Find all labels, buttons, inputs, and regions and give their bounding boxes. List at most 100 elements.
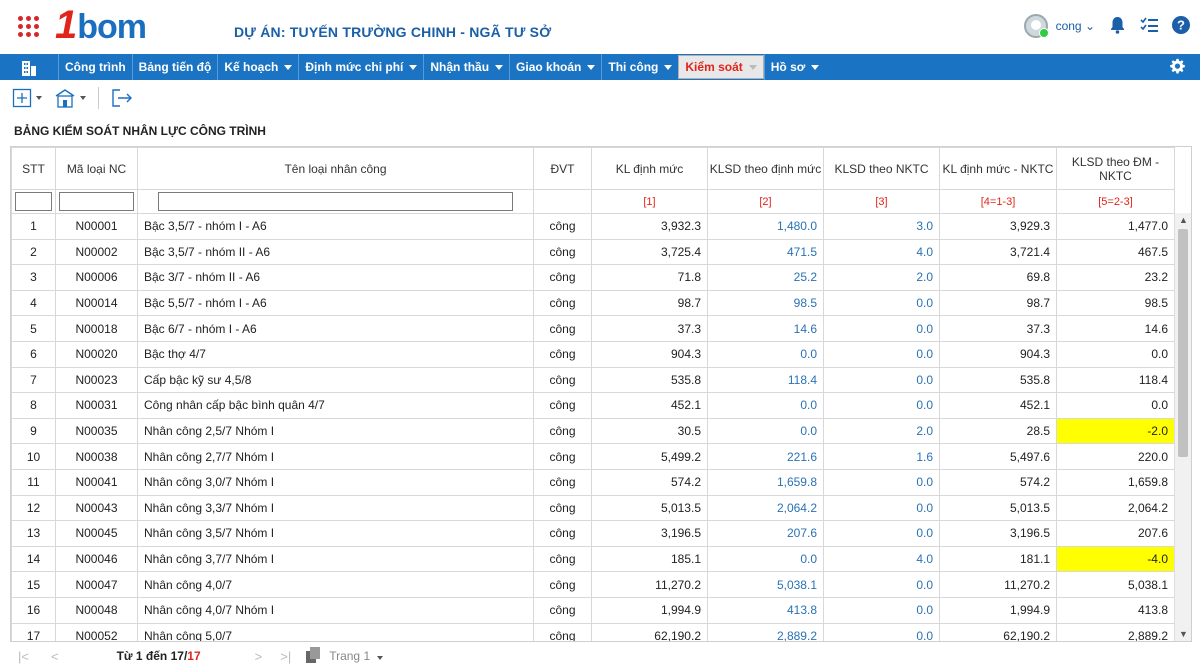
row-klsd-dm: 0.0: [707, 340, 824, 368]
table-row[interactable]: 6 N00020 Bậc thợ 4/7 công 904.3 0.0 0.0 904.3 0.…: [11, 340, 1175, 368]
nav-giao-khoan[interactable]: Giao khoán: [509, 54, 601, 80]
row-name: Nhân công 2,7/7 Nhóm I: [137, 443, 534, 470]
page-select-label: Trang 1: [329, 649, 371, 663]
col-header-stt[interactable]: STT: [11, 147, 56, 190]
col-header-code[interactable]: Mã loại NC: [55, 147, 138, 190]
nav-label: Công trình: [65, 60, 126, 74]
row-kl-dm: 3,725.4: [591, 238, 708, 266]
table-row[interactable]: 7 N00023 Cấp bậc kỹ sư 4,5/8 công 535.8 118.4…: [11, 366, 1175, 394]
col-header-klsd-dm[interactable]: KLSD theo định mức: [707, 147, 824, 190]
row-diff1: 69.8: [939, 264, 1057, 291]
nav-cong-trinh[interactable]: Công trình: [58, 54, 132, 80]
filter-stt-input[interactable]: [15, 192, 52, 211]
filter-cell: [55, 189, 138, 214]
nav-bang-tien-do[interactable]: Bảng tiến độ: [131, 54, 218, 80]
row-kl-dm: 3,932.3: [591, 213, 708, 240]
next-page-icon[interactable]: >: [255, 649, 263, 664]
table-row[interactable]: 2 N00002 Bậc 3,5/7 - nhóm II - A6 công 3,725…: [11, 238, 1175, 266]
scroll-thumb[interactable]: [1178, 229, 1188, 457]
house-menu-button[interactable]: [54, 88, 86, 108]
row-klsd-dm: 207.6: [707, 520, 824, 547]
avatar[interactable]: [1023, 14, 1049, 38]
row-klsd-dm: 14.6: [707, 315, 824, 342]
col-header-diff2[interactable]: KLSD theo ĐM - NKTC: [1056, 147, 1175, 190]
row-klsd-dm: 2,064.2: [707, 494, 824, 522]
table-row[interactable]: 11 N00041 Nhân công 3,0/7 Nhóm Icông 574.2 1…: [11, 468, 1175, 496]
col-header-name[interactable]: Tên loại nhân công: [137, 147, 534, 190]
table-row[interactable]: 16 N00048 Nhân công 4,0/7 Nhóm Icông 1,994.…: [11, 596, 1175, 624]
nav-kiem-soat[interactable]: Kiểm soát: [678, 55, 764, 79]
prev-page-icon[interactable]: <: [51, 649, 59, 664]
nav-ke-hoach[interactable]: Kế hoạch: [217, 54, 298, 80]
row-stt: 11: [11, 468, 56, 496]
help-icon[interactable]: ?: [1172, 15, 1190, 37]
header-row: STT Mã loại NC Tên loại nhân công ĐVT KL…: [11, 147, 1175, 190]
row-diff2: 220.0: [1056, 443, 1175, 470]
row-code: N00023: [55, 366, 138, 394]
row-diff1: 37.3: [939, 315, 1057, 342]
table-row[interactable]: 13 N00045 Nhân công 3,5/7 Nhóm Icông 3,196.…: [11, 520, 1175, 547]
table-row[interactable]: 14 N00046 Nhân công 3,7/7 Nhóm Icông 185.1 0…: [11, 545, 1175, 573]
row-klsd-nktc: 4.0: [823, 545, 940, 573]
vertical-scrollbar[interactable]: ▲ ▼: [1174, 213, 1191, 641]
row-code: N00006: [55, 264, 138, 291]
table-row[interactable]: 3 N00006 Bậc 3/7 - nhóm II - A6 công 71.8 25.…: [11, 264, 1175, 291]
row-stt: 6: [11, 340, 56, 368]
row-code: N00043: [55, 494, 138, 522]
table-row[interactable]: 10 N00038 Nhân công 2,7/7 Nhóm Icông 5,499.…: [11, 443, 1175, 470]
row-code: N00041: [55, 468, 138, 496]
row-unit: công: [533, 443, 592, 470]
table-row[interactable]: 12 N00043 Nhân công 3,3/7 Nhóm Icông 5,013.…: [11, 494, 1175, 522]
checklist-icon[interactable]: [1140, 17, 1158, 36]
table-row[interactable]: 9 N00035 Nhân công 2,5/7 Nhóm Icông 30.5 0.0…: [11, 417, 1175, 445]
row-diff2: 14.6: [1056, 315, 1175, 342]
row-stt: 2: [11, 238, 56, 266]
gear-icon[interactable]: [1169, 58, 1186, 80]
col-header-diff1[interactable]: KL định mức - NKTC: [939, 147, 1057, 190]
table-row[interactable]: 4 N00014 Bậc 5,5/7 - nhóm I - A6 công 98.7 98…: [11, 289, 1175, 317]
add-button[interactable]: [12, 88, 42, 108]
col-header-klsd-nktc[interactable]: KLSD theo NKTC: [823, 147, 940, 190]
username-dropdown[interactable]: cong ⌄: [1056, 19, 1095, 33]
table-row[interactable]: 17 N00052 Nhân công 5,0/7 công 62,190.2 2,889…: [11, 622, 1175, 641]
apps-grid-icon[interactable]: [18, 16, 40, 38]
col-header-unit[interactable]: ĐVT: [533, 147, 592, 190]
first-page-icon[interactable]: |<: [18, 649, 29, 664]
filter-name-input[interactable]: [158, 192, 513, 211]
row-name: Nhân công 4,0/7: [137, 571, 534, 598]
row-unit: công: [533, 622, 592, 641]
table-row[interactable]: 15 N00047 Nhân công 4,0/7 công 11,270.2 5,038…: [11, 571, 1175, 598]
nav-nhan-thau[interactable]: Nhận thầu: [423, 54, 509, 80]
data-table: STT Mã loại NC Tên loại nhân công ĐVT KL…: [11, 147, 1175, 641]
row-code: N00014: [55, 289, 138, 317]
table-row[interactable]: 5 N00018 Bậc 6/7 - nhóm I - A6 công 37.3 14.6…: [11, 315, 1175, 342]
scroll-down-icon[interactable]: ▼: [1175, 627, 1191, 641]
bell-icon[interactable]: [1109, 16, 1126, 37]
logo-mark: 1: [55, 3, 78, 47]
row-stt: 12: [11, 494, 56, 522]
brand-logo[interactable]: 1 bom: [55, 3, 147, 47]
last-page-icon[interactable]: >|: [280, 649, 291, 664]
nav-thi-cong[interactable]: Thi công: [601, 54, 678, 80]
row-name: Nhân công 3,3/7 Nhóm I: [137, 494, 534, 522]
filter-cell: [11, 189, 56, 214]
table-row[interactable]: 1 N00001 Bậc 3,5/7 - nhóm I - A6 công 3,932.…: [11, 213, 1175, 240]
building-icon[interactable]: [0, 54, 58, 80]
col-header-kl-dm[interactable]: KL định mức: [591, 147, 708, 190]
row-diff2: 0.0: [1056, 340, 1175, 368]
scroll-up-icon[interactable]: ▲: [1175, 213, 1191, 227]
export-button[interactable]: [111, 88, 133, 108]
nav-ho-so[interactable]: Hồ sơ: [763, 54, 826, 80]
row-kl-dm: 30.5: [591, 417, 708, 445]
nav-dinh-muc-chi-phi[interactable]: Định mức chi phí: [298, 54, 423, 80]
caret-down-icon: [377, 656, 384, 660]
row-code: N00038: [55, 443, 138, 470]
page-select[interactable]: Trang 1: [329, 649, 384, 663]
table-row[interactable]: 8 N00031 Công nhân cấp bậc bình quân 4/7 cô…: [11, 392, 1175, 419]
row-stt: 1: [11, 213, 56, 240]
row-klsd-nktc: 0.0: [823, 366, 940, 394]
row-diff1: 181.1: [939, 545, 1057, 573]
nav-label: Kiểm soát: [685, 60, 743, 74]
row-klsd-dm: 0.0: [707, 417, 824, 445]
filter-code-input[interactable]: [59, 192, 134, 211]
